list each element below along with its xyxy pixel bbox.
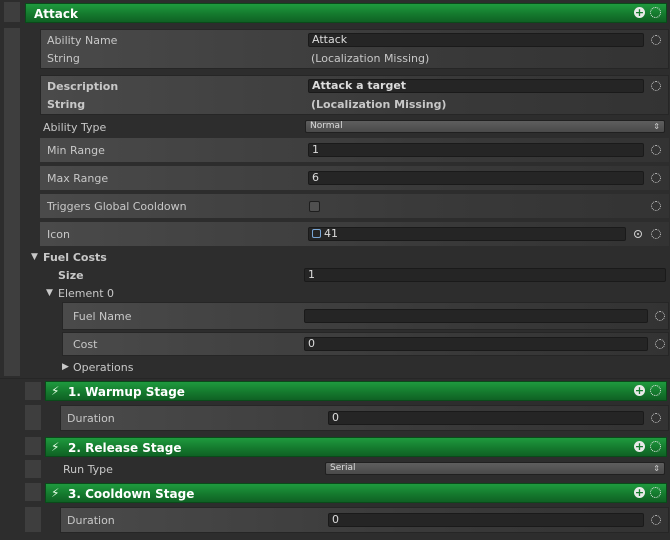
lightning-bolt-icon: ⚡ [51,384,60,398]
foldout-triangle-icon[interactable]: ▼ [46,288,53,298]
ability-name-field[interactable]: Attack [308,33,644,47]
cooldown-duration-label: Duration [67,514,115,527]
ability-type-label: Ability Type [43,121,107,134]
run-type-label: Run Type [63,463,113,476]
warmup-duration-label: Duration [67,412,115,425]
ability-type-value: Normal [310,121,343,131]
fuel-costs-label[interactable]: Fuel Costs [43,251,107,264]
drag-handle[interactable] [25,437,41,455]
description-localized: (Localization Missing) [311,98,447,111]
attack-title: Attack [34,7,78,21]
sprite-icon [312,229,321,238]
run-type-value: Serial [330,463,356,473]
drag-handle[interactable] [25,507,41,532]
drag-handle[interactable] [4,2,20,22]
object-picker-icon[interactable] [634,230,642,238]
options-icon[interactable] [650,487,661,498]
options-icon[interactable] [651,35,661,45]
options-icon[interactable] [651,81,661,91]
description-type: String [47,98,86,111]
options-icon[interactable] [651,201,661,211]
operations-label[interactable]: Operations [73,361,133,374]
add-icon[interactable]: + [634,7,645,18]
ability-name-label: Ability Name [47,34,118,47]
foldout-triangle-icon[interactable]: ▼ [31,252,38,262]
cost-label: Cost [73,338,98,351]
description-field[interactable]: Attack a target [308,79,644,93]
drag-handle[interactable] [25,382,41,400]
fuel-size-field[interactable]: 1 [304,268,666,282]
attack-header[interactable]: Attack + [25,3,667,23]
drag-handle[interactable] [25,405,41,430]
max-range-label: Max Range [47,172,109,185]
icon-label: Icon [47,228,70,241]
options-icon[interactable] [651,515,661,525]
min-range-field[interactable]: 1 [308,143,644,157]
warmup-stage-header[interactable]: ⚡ 1. Warmup Stage + [45,381,667,401]
fuel-name-label: Fuel Name [73,310,132,323]
release-stage-header[interactable]: ⚡ 2. Release Stage + [45,437,667,457]
fuel-name-field[interactable] [304,309,648,323]
lightning-bolt-icon: ⚡ [51,440,60,454]
icon-field[interactable]: 41 [308,227,626,241]
min-range-label: Min Range [47,144,105,157]
dropdown-arrow-icon: ⇕ [653,122,660,131]
options-icon[interactable] [655,311,665,321]
options-icon[interactable] [651,173,661,183]
options-icon[interactable] [650,441,661,452]
lightning-bolt-icon: ⚡ [51,486,60,500]
run-type-dropdown[interactable]: Serial ⇕ [325,462,665,475]
fuel-size-label: Size [58,269,84,282]
cooldown-duration-field[interactable]: 0 [328,513,644,527]
cooldown-stage-header[interactable]: ⚡ 3. Cooldown Stage + [45,483,667,503]
ability-name-type: String [47,52,80,65]
foldout-triangle-icon[interactable]: ▶ [62,362,69,372]
max-range-field[interactable]: 6 [308,171,644,185]
triggers-gcd-label: Triggers Global Cooldown [47,200,187,213]
options-icon[interactable] [650,385,661,396]
add-icon[interactable]: + [634,441,645,452]
add-icon[interactable]: + [634,385,645,396]
ability-name-localized: (Localization Missing) [311,52,430,65]
options-icon[interactable] [651,145,661,155]
release-stage-title: 2. Release Stage [68,441,182,455]
drag-handle[interactable] [4,28,20,376]
dropdown-arrow-icon: ⇕ [653,464,660,473]
options-icon[interactable] [651,413,661,423]
cost-field[interactable]: 0 [304,337,648,351]
element-0-label[interactable]: Element 0 [58,287,114,300]
drag-handle[interactable] [25,483,41,501]
options-icon[interactable] [655,339,665,349]
warmup-stage-title: 1. Warmup Stage [68,385,185,399]
options-icon[interactable] [650,7,661,18]
icon-value: 41 [324,227,338,240]
divider [0,378,670,379]
drag-handle[interactable] [25,460,41,478]
triggers-gcd-checkbox[interactable] [309,201,320,212]
add-icon[interactable]: + [634,487,645,498]
cooldown-stage-title: 3. Cooldown Stage [68,487,195,501]
options-icon[interactable] [651,229,661,239]
warmup-duration-field[interactable]: 0 [328,411,644,425]
description-label: Description [47,80,119,93]
ability-type-dropdown[interactable]: Normal ⇕ [305,120,665,133]
